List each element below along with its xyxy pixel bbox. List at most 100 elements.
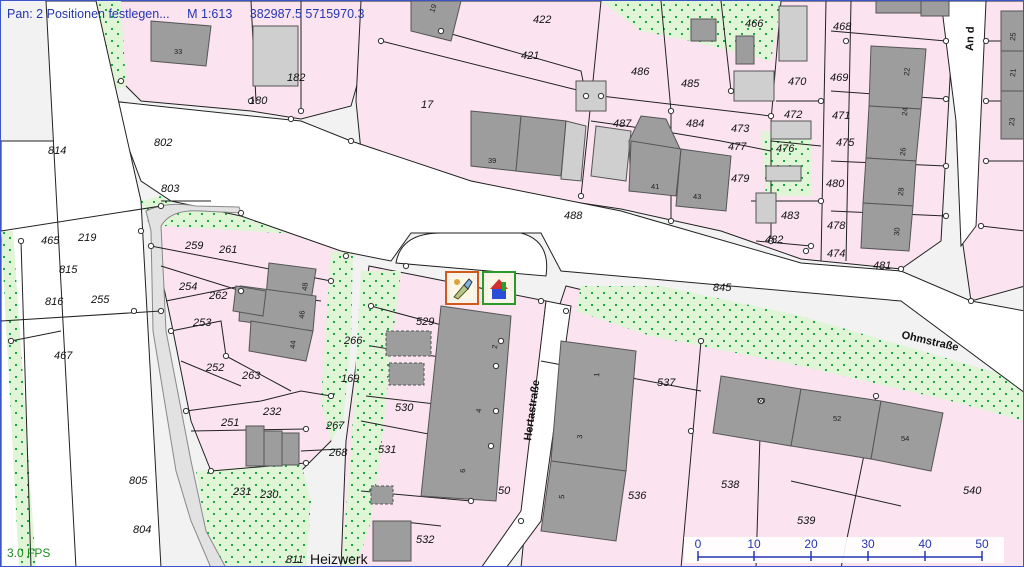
parcel-label: 182 <box>287 72 305 84</box>
house-number: 48 <box>300 282 310 291</box>
house-number: 43 <box>693 192 701 201</box>
parcel-label: 845 <box>713 282 732 294</box>
fps-counter: 3.0 FPS <box>7 546 51 560</box>
parcel-label: 469 <box>830 72 848 84</box>
house-number: 33 <box>174 47 182 56</box>
street-an-der: An d <box>964 26 977 51</box>
house-number: 46 <box>297 310 307 319</box>
scale-tick: 10 <box>747 537 761 551</box>
parcel-label: 474 <box>827 248 845 260</box>
parcel-label: 268 <box>328 447 348 459</box>
house-number: 44 <box>288 340 298 349</box>
parcel-label: 251 <box>220 417 239 429</box>
parcel-label: 802 <box>154 137 172 149</box>
parcel-label: 261 <box>218 244 237 256</box>
house-number: 2 <box>490 344 499 349</box>
parcel-label: 488 <box>564 210 583 222</box>
scale-tick: 40 <box>918 537 932 551</box>
house-number: 50 <box>757 396 765 405</box>
parcel-label: 485 <box>681 78 700 90</box>
house-number: 24 <box>900 107 910 116</box>
parcel-label: 529 <box>416 316 434 328</box>
parcel-label: 815 <box>59 264 78 276</box>
parcel-label: 421 <box>521 50 539 62</box>
house-number: 25 <box>1008 32 1018 41</box>
scale-tick: 30 <box>861 537 875 551</box>
parcel-label: 253 <box>192 317 212 329</box>
parcel-label: 219 <box>77 232 96 244</box>
parcel-label: 479 <box>731 173 749 185</box>
house-number: 4 <box>474 408 483 413</box>
parcel-label: 477 <box>728 141 747 153</box>
parcel-label: 232 <box>262 406 281 418</box>
parcel-label: 255 <box>90 294 110 306</box>
parcel-label: 266 <box>343 335 363 347</box>
parcel-label: 466 <box>745 18 764 30</box>
parcel-label: 262 <box>208 290 227 302</box>
parcel-label: 476 <box>776 143 795 155</box>
house-number: 6 <box>458 468 467 473</box>
parcel-label: 539 <box>797 515 815 527</box>
parcel-label: 180 <box>249 95 268 107</box>
parcel-label: 481 <box>873 260 891 272</box>
parcel-label: 487 <box>613 118 632 130</box>
house-number: 23 <box>1007 117 1017 126</box>
house-number: 54 <box>901 434 909 443</box>
parcel-label: 169 <box>341 373 359 385</box>
scale-text: M 1:613 <box>187 7 233 21</box>
scale-tick: 20 <box>804 537 818 551</box>
map-viewport[interactable]: 422 466 468 421 486 485 470 469 17 182 1… <box>0 0 1024 567</box>
parcel-label: 811 <box>286 554 304 566</box>
brush-icon <box>451 277 473 300</box>
parcel-label: 480 <box>826 178 845 190</box>
brush-tool-button[interactable] <box>445 271 479 305</box>
parcel-label: 816 <box>45 296 64 308</box>
house-number: 30 <box>892 227 902 236</box>
parcel-label: 267 <box>325 420 345 432</box>
parcel-label: 422 <box>533 14 551 26</box>
parcel-label: 803 <box>161 183 180 195</box>
parcel-label: 530 <box>395 402 414 414</box>
parcel-label: 468 <box>833 21 852 33</box>
house-number: 5 <box>557 494 566 499</box>
parcel-label: 482 <box>765 234 783 246</box>
house-number: 39 <box>488 156 496 165</box>
parcel-label: 263 <box>241 370 261 382</box>
paint-house-icon <box>488 277 510 299</box>
parcel-label: 540 <box>963 485 982 497</box>
parcel-label: 486 <box>631 66 650 78</box>
house-number: 28 <box>896 187 906 196</box>
parcel-label: 536 <box>628 490 647 502</box>
coords-text: 382987.5 5715970.3 <box>249 7 365 21</box>
parcel-label: 50 <box>498 485 511 497</box>
parcel-label: 473 <box>731 123 750 135</box>
parcel-label: 254 <box>178 281 197 293</box>
parcel-label: 484 <box>686 118 704 130</box>
parcel-label: 252 <box>205 362 224 374</box>
scale-tick: 50 <box>975 537 989 551</box>
house-number: 26 <box>898 147 908 156</box>
parcel-label: 478 <box>827 220 846 232</box>
parcel-label: 470 <box>788 76 807 88</box>
paint-tool-button[interactable] <box>482 271 516 305</box>
parcel-label: 259 <box>184 240 203 252</box>
parcel-label: 465 <box>41 235 60 247</box>
parcel-label: 472 <box>784 109 802 121</box>
parcel-label: 230 <box>259 489 279 501</box>
parcel-label: 467 <box>54 350 73 362</box>
house-number: 1 <box>592 372 601 377</box>
scale-tick: 0 <box>694 537 702 551</box>
parcel-label: 532 <box>416 534 434 546</box>
parcel-label: 231 <box>232 486 251 498</box>
parcel-label: 471 <box>832 110 850 122</box>
scale-bar: 0 10 20 30 40 50 <box>684 537 1004 563</box>
parcel-label: 17 <box>421 99 434 111</box>
house-number: 22 <box>902 67 912 76</box>
house-number: 41 <box>651 182 659 191</box>
house-number: 21 <box>1008 68 1018 77</box>
parcel-label: 805 <box>129 475 148 487</box>
parcel-label: 475 <box>836 137 855 149</box>
mode-text: Pan: 2 Positionen festlegen... <box>7 7 170 21</box>
place-heizwerk: Heizwerk <box>310 551 369 567</box>
house-number: 52 <box>833 414 841 423</box>
